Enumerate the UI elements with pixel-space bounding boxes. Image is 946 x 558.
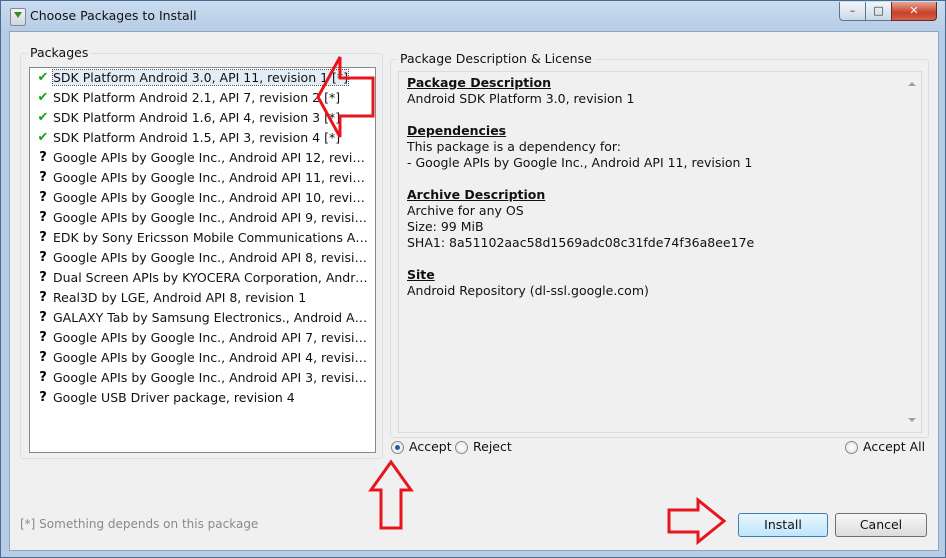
annotation-arrow-right-icon — [667, 496, 727, 546]
annotation-arrow-left-icon — [316, 56, 375, 138]
annotation-arrow-up-icon — [368, 459, 414, 530]
annotation-overlay — [316, 56, 727, 546]
